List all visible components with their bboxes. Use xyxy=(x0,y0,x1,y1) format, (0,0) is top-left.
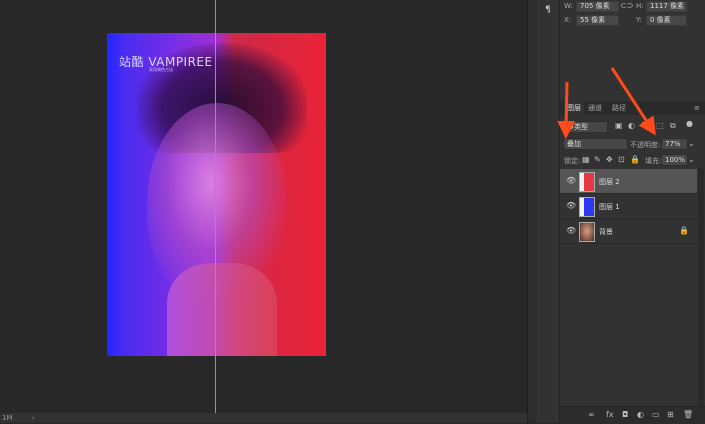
adjustment-layer-icon[interactable]: ◐ xyxy=(637,410,644,419)
new-layer-icon[interactable]: ⊞ xyxy=(667,410,674,419)
lock-artboard-icon[interactable]: ⊡ xyxy=(618,155,625,165)
layer-name[interactable]: 图层 1 xyxy=(599,202,620,212)
y-label: Y: xyxy=(636,16,642,24)
adjustment-filter-icon[interactable]: ◐ xyxy=(628,121,635,131)
blend-mode-select[interactable]: 叠加 xyxy=(563,138,628,150)
tab-layers[interactable]: 图层 xyxy=(564,101,584,115)
filter-toggle-icon[interactable]: ● xyxy=(686,119,693,129)
layer-thumbnail xyxy=(579,172,595,192)
document-image[interactable]: 站酷 VAMPIREE 采用调色方法 xyxy=(107,33,326,356)
paragraph-icon[interactable]: ¶ xyxy=(541,4,555,16)
layer-thumbnail xyxy=(579,197,595,217)
dock-strip: ¶ xyxy=(537,0,560,423)
y-field[interactable]: 0 像素 xyxy=(646,15,687,26)
layer-row-background[interactable]: 👁 背景 🔒 xyxy=(560,219,697,244)
layer-row-2[interactable]: 👁 图层 2 xyxy=(560,169,697,194)
layer-lock-icon: 🔒 xyxy=(679,226,689,235)
type-filter-icon[interactable]: T xyxy=(642,121,647,131)
link-icon[interactable]: ⊂⊃ xyxy=(620,1,633,10)
guide-line[interactable] xyxy=(215,0,216,413)
fill-label: 填充: xyxy=(645,157,662,165)
h-label: H: xyxy=(636,2,644,10)
status-bar: 1M › xyxy=(0,413,527,423)
shape-filter-icon[interactable]: ⬚ xyxy=(656,121,664,131)
new-group-icon[interactable]: ▭ xyxy=(652,410,660,419)
fill-field[interactable]: 100% xyxy=(661,154,688,166)
opacity-field[interactable]: 77% xyxy=(661,138,688,150)
tab-channels[interactable]: 通道 xyxy=(588,101,602,115)
lock-position-icon[interactable]: ✥ xyxy=(606,155,613,165)
lock-brush-icon[interactable]: ✎ xyxy=(594,155,601,165)
x-label: X: xyxy=(564,16,572,24)
smart-filter-icon[interactable]: ⧉ xyxy=(670,121,676,131)
image-filter-icon[interactable]: ▣ xyxy=(615,121,623,131)
layer-name[interactable]: 背景 xyxy=(599,227,613,237)
canvas-area[interactable]: 站酷 VAMPIREE 采用调色方法 xyxy=(0,0,527,413)
lock-all-icon[interactable]: 🔒 xyxy=(630,155,640,165)
lock-transparent-icon[interactable]: ▦ xyxy=(582,155,590,165)
layers-bottom-bar: ∞ fx ◘ ◐ ▭ ⊞ 🗑 xyxy=(560,406,705,424)
layer-thumbnail xyxy=(579,222,595,242)
panel-menu-icon[interactable]: ≡ xyxy=(694,101,700,115)
opacity-dropdown-icon[interactable]: ⌄ xyxy=(688,139,695,149)
properties-panel: W: 705 像素 ⊂⊃ H: 1117 像素 X: 55 像素 Y: 0 像素 xyxy=(560,0,705,38)
add-mask-icon[interactable]: ◘ xyxy=(622,410,628,419)
blend-row: 叠加 不透明度: 77% ⌄ xyxy=(560,137,705,151)
opacity-label: 不透明度: xyxy=(630,141,661,149)
image-neck xyxy=(167,263,277,356)
layer-name[interactable]: 图层 2 xyxy=(599,177,620,187)
layers-panel-tabs: 图层 通道 路径 ≡ xyxy=(560,101,705,115)
status-arrow-icon[interactable]: › xyxy=(32,413,35,423)
delete-layer-icon[interactable]: 🗑 xyxy=(683,410,693,419)
lock-label: 锁定: xyxy=(564,157,581,165)
fx-icon[interactable]: fx xyxy=(606,410,614,419)
link-layers-icon[interactable]: ∞ xyxy=(588,410,595,419)
doc-subtitle-text: 采用调色方法 xyxy=(149,67,173,72)
layer-row-1[interactable]: 👁 图层 1 xyxy=(560,194,697,219)
h-field[interactable]: 1117 像素 xyxy=(646,1,687,12)
lock-row: 锁定: ▦ ✎ ✥ ⊡ 🔒 填充: 100% ⌄ xyxy=(560,153,705,167)
visibility-eye-icon[interactable]: 👁 xyxy=(566,176,576,185)
x-field[interactable]: 55 像素 xyxy=(576,15,619,26)
right-panel: W: 705 像素 ⊂⊃ H: 1117 像素 X: 55 像素 Y: 0 像素… xyxy=(560,0,705,424)
zoom-readout[interactable]: 1M xyxy=(2,413,13,423)
w-label: W: xyxy=(564,2,573,10)
visibility-eye-icon[interactable]: 👁 xyxy=(566,226,576,235)
w-field[interactable]: 705 像素 xyxy=(576,1,619,12)
tab-paths[interactable]: 路径 xyxy=(612,101,626,115)
filter-row: Ｏ类型 ▣ ◐ T ⬚ ⧉ ● xyxy=(560,119,705,133)
filter-kind-select[interactable]: Ｏ类型 xyxy=(563,121,608,133)
visibility-eye-icon[interactable]: 👁 xyxy=(566,201,576,210)
layers-scrollbar[interactable] xyxy=(698,168,704,406)
fill-dropdown-icon[interactable]: ⌄ xyxy=(688,155,695,165)
